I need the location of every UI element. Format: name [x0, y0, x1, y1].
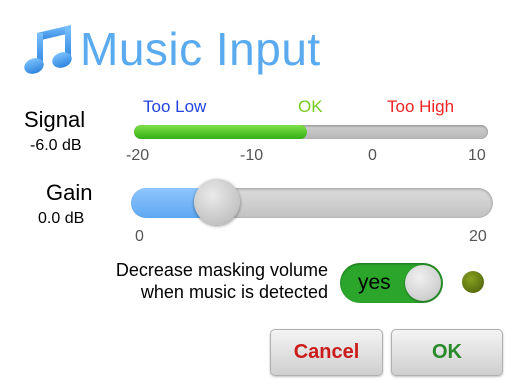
- signal-level-meter: [134, 125, 488, 139]
- masking-option-label: Decrease masking volume when music is de…: [60, 259, 328, 303]
- signal-level-fill: [134, 125, 308, 139]
- toggle-state-label: yes: [358, 271, 391, 294]
- cancel-button[interactable]: Cancel: [270, 329, 383, 376]
- gain-min-label: 0: [135, 228, 144, 245]
- gain-label: Gain: [46, 180, 93, 205]
- signal-tick: -10: [240, 147, 264, 164]
- title-text: Music Input: [80, 23, 321, 75]
- ok-button[interactable]: OK: [391, 329, 503, 376]
- zone-ok-label: OK: [298, 97, 323, 116]
- music-detected-indicator: [462, 271, 484, 293]
- masking-label-line2: when music is detected: [140, 282, 328, 302]
- toggle-knob: [405, 265, 441, 301]
- gain-slider-thumb[interactable]: [194, 179, 241, 225]
- zone-too-high-label: Too High: [387, 97, 455, 116]
- signal-label: Signal: [24, 107, 86, 132]
- dialog-title: Music Input: [22, 18, 321, 80]
- masking-label-line1: Decrease masking volume: [115, 260, 328, 280]
- music-note-icon: [24, 25, 72, 74]
- gain-value: 0.0 dB: [38, 210, 85, 227]
- signal-tick: 10: [468, 147, 486, 164]
- signal-tick: 0: [368, 147, 377, 164]
- masking-toggle[interactable]: yes: [340, 263, 443, 303]
- gain-max-label: 20: [469, 228, 487, 245]
- signal-value: -6.0 dB: [30, 137, 82, 154]
- signal-tick: -20: [126, 147, 150, 164]
- zone-too-low-label: Too Low: [143, 97, 207, 116]
- gain-slider-track[interactable]: [131, 188, 493, 218]
